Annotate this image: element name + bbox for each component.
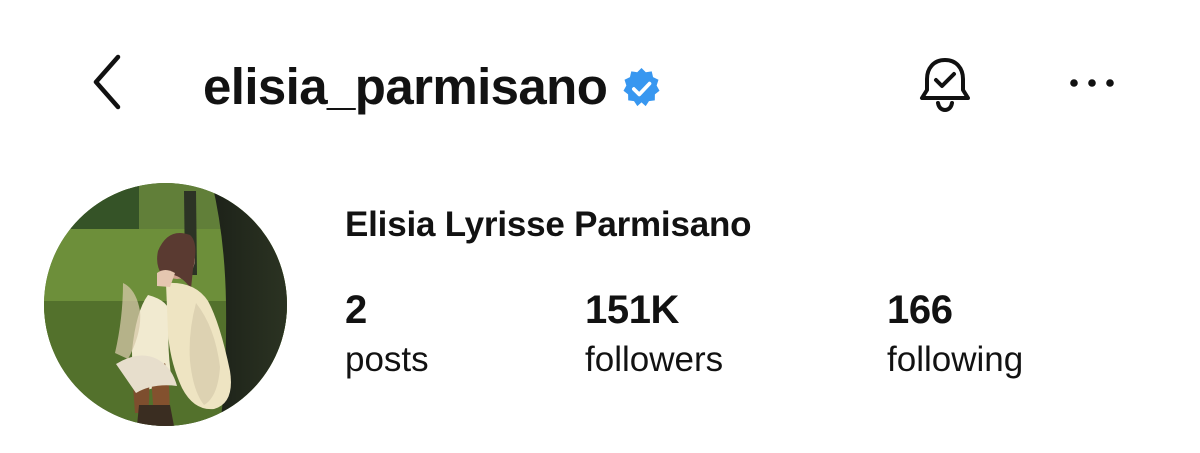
verified-badge-icon xyxy=(619,66,664,111)
profile-avatar[interactable] xyxy=(44,183,287,426)
following-count: 166 xyxy=(887,288,953,332)
following-label: following xyxy=(887,340,1024,379)
avatar-photo xyxy=(44,183,287,426)
bell-check-icon xyxy=(914,52,976,121)
more-options-button[interactable] xyxy=(1061,64,1123,106)
notification-button[interactable] xyxy=(911,52,979,120)
back-button[interactable] xyxy=(82,52,132,116)
posts-stat[interactable]: 2 posts xyxy=(345,290,429,377)
followers-label: followers xyxy=(585,340,724,379)
display-name: Elisia Lyrisse Parmisano xyxy=(345,205,752,244)
following-stat[interactable]: 166 following xyxy=(887,290,1023,377)
chevron-left-icon xyxy=(90,53,124,116)
followers-count: 151K xyxy=(585,288,680,332)
posts-label: posts xyxy=(345,340,429,379)
ellipsis-horizontal-icon xyxy=(1068,76,1116,94)
followers-stat[interactable]: 151K followers xyxy=(585,290,723,377)
posts-count: 2 xyxy=(345,288,367,332)
header-username-group: elisia_parmisano xyxy=(203,52,664,120)
username-title: elisia_parmisano xyxy=(203,57,608,115)
